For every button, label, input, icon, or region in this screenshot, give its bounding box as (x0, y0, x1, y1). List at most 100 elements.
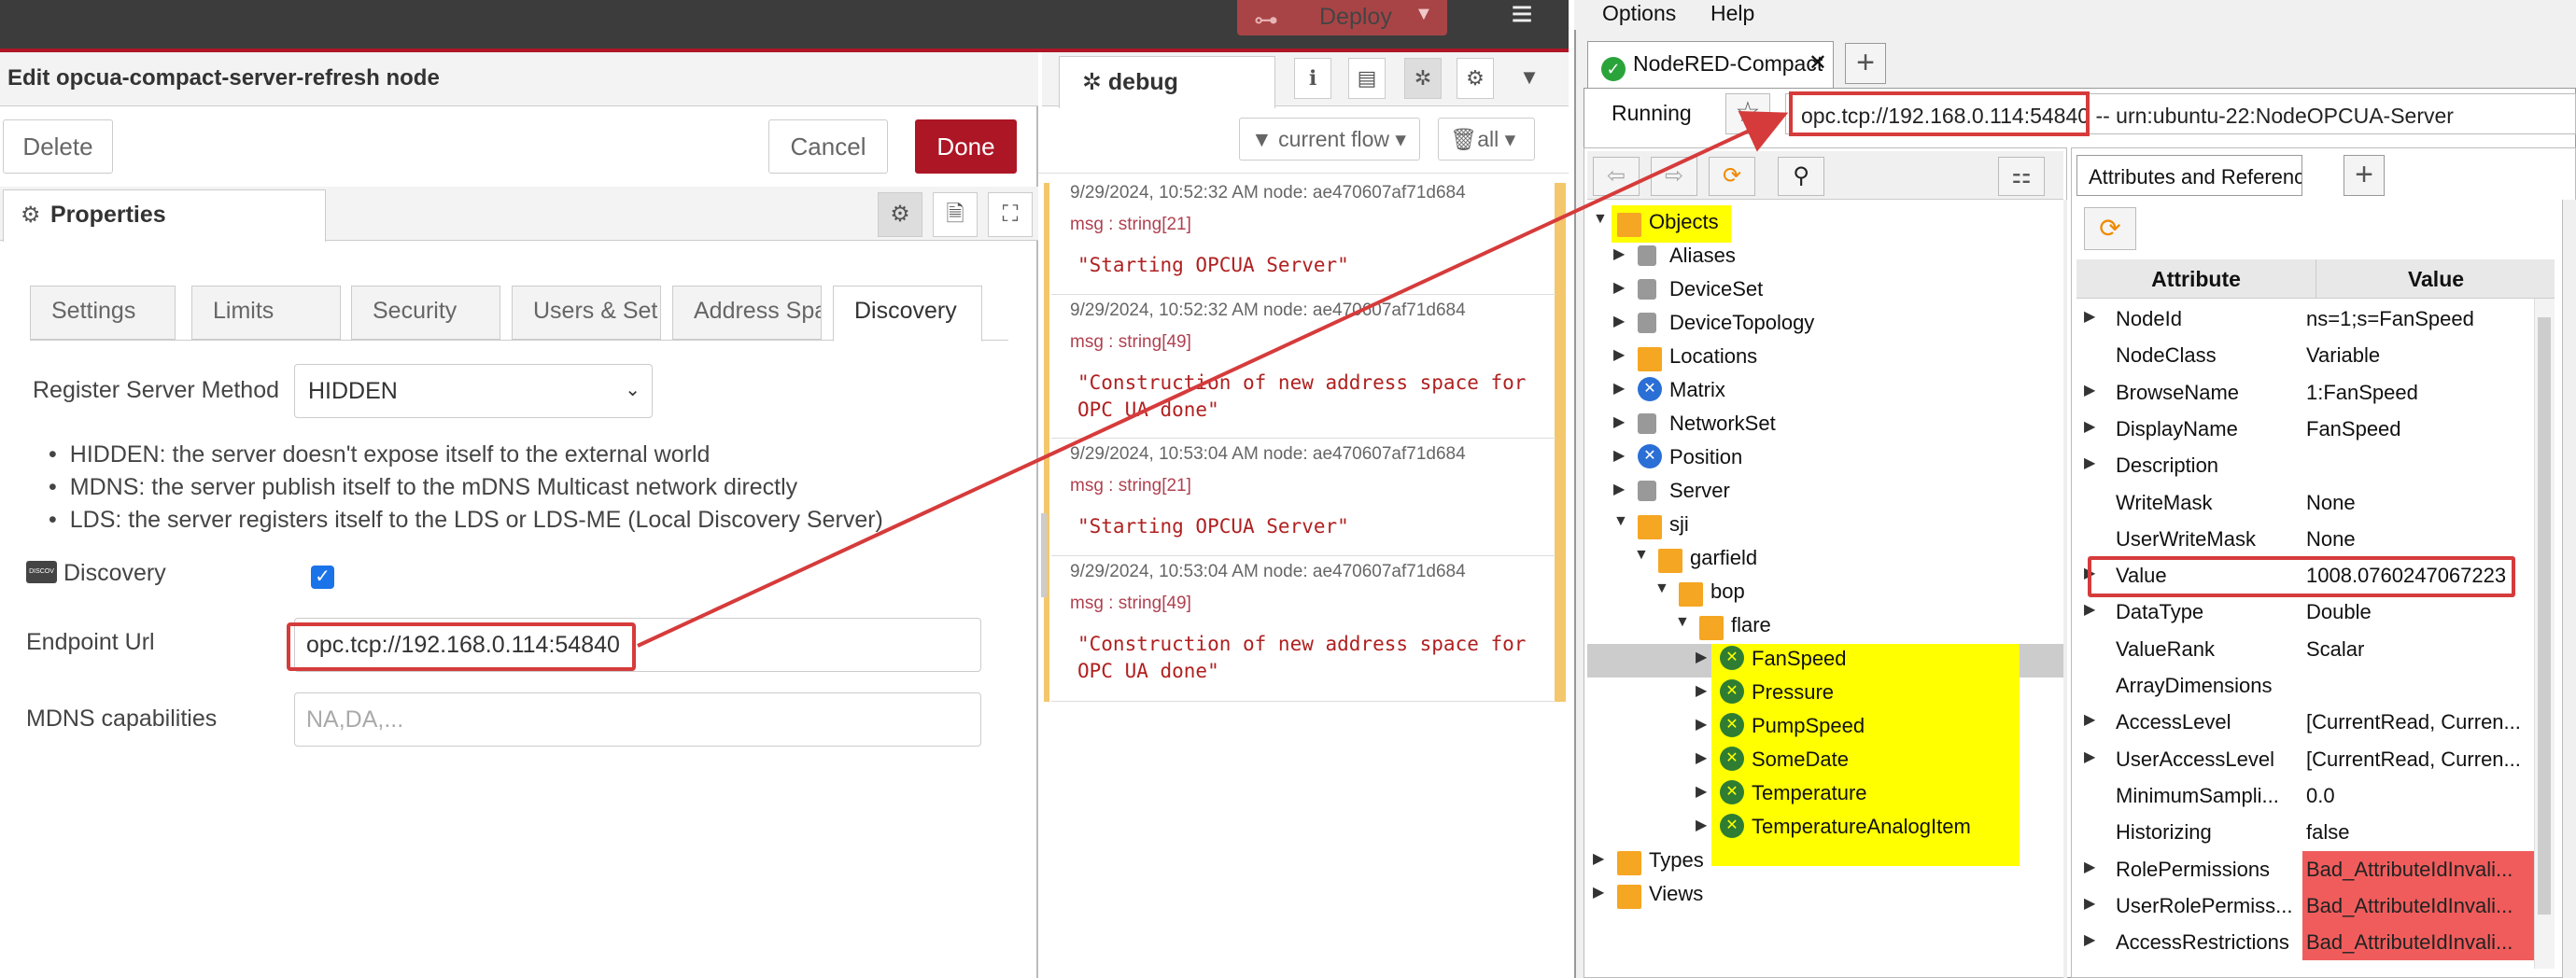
menu-options[interactable]: Options (1602, 1, 1676, 26)
column-value[interactable]: Value (2316, 259, 2555, 299)
done-button[interactable]: Done (915, 119, 1017, 174)
tree-item[interactable]: ▶ ✕ Position (1613, 440, 2054, 474)
bug-icon[interactable]: ✲ (1404, 58, 1442, 99)
collapsed-arrow-icon[interactable]: ▶ (1696, 715, 1707, 734)
expanded-arrow-icon[interactable]: ▼ (1675, 614, 1690, 631)
debug-scrollbar[interactable] (1555, 183, 1566, 702)
deploy-button[interactable]: ⊶ Deploy ▼ (1237, 0, 1447, 35)
expand-arrow-icon[interactable]: ▶ (2084, 894, 2095, 913)
appearance-frame-icon[interactable]: ⛶ (988, 192, 1033, 237)
attribute-row[interactable]: ▶ Description (2076, 447, 2555, 483)
collapsed-arrow-icon[interactable]: ▶ (1613, 379, 1625, 398)
menu-help[interactable]: Help (1710, 1, 1754, 26)
tree-item[interactable]: ▼ garfield (1634, 541, 2054, 575)
star-icon[interactable]: ☆ (1725, 93, 1770, 134)
debug-message[interactable]: 9/29/2024, 10:52:32 AM node: ae470607af7… (1051, 295, 1555, 439)
info-icon[interactable]: ℹ (1294, 58, 1331, 99)
expand-arrow-icon[interactable]: ▶ (2084, 307, 2095, 326)
collapsed-arrow-icon[interactable]: ▶ (1613, 446, 1625, 465)
expanded-arrow-icon[interactable]: ▼ (1654, 580, 1669, 597)
tab-discovery[interactable]: Discovery (833, 286, 982, 342)
debug-message[interactable]: 9/29/2024, 10:53:04 AM node: ae470607af7… (1051, 439, 1555, 556)
properties-tab[interactable]: ⚙ Properties (3, 189, 326, 242)
refresh-icon[interactable]: ⟳ (1709, 157, 1755, 196)
tree-item[interactable]: ▶ ✕ FanSpeed (1696, 642, 2054, 676)
collapsed-arrow-icon[interactable]: ▶ (1696, 748, 1707, 767)
column-attribute[interactable]: Attribute (2076, 267, 2316, 292)
gear-icon[interactable]: ⚙ (1457, 58, 1494, 99)
expanded-arrow-icon[interactable]: ▼ (1613, 513, 1628, 530)
collapsed-arrow-icon[interactable]: ▶ (1593, 883, 1604, 901)
clear-all-button[interactable]: 🗑all ▾ (1438, 118, 1535, 161)
discovery-checkbox[interactable]: ✓ (311, 566, 334, 589)
collapsed-arrow-icon[interactable]: ▶ (1613, 278, 1625, 297)
tree-item[interactable]: ▶ DeviceTopology (1613, 306, 2054, 340)
tree-item[interactable]: ▶ ✕ Pressure (1696, 676, 2054, 709)
expand-arrow-icon[interactable]: ▶ (2084, 600, 2095, 619)
tree-item[interactable]: ▶ ✕ Temperature (1696, 776, 2054, 810)
tree-item[interactable]: ▼ flare (1675, 608, 2054, 642)
chevron-down-icon[interactable]: ▼ (1511, 58, 1548, 99)
tab-noderted-compact[interactable]: ✓ NodeRED-Compact ✕ (1587, 41, 1834, 88)
attribute-row[interactable]: ArrayDimensions (2076, 667, 2555, 704)
expand-arrow-icon[interactable]: ▶ (2084, 858, 2095, 876)
attribute-row[interactable]: Historizing false (2076, 814, 2555, 850)
expand-arrow-icon[interactable]: ▶ (2084, 454, 2095, 472)
collapsed-arrow-icon[interactable]: ▶ (1613, 345, 1625, 364)
tab-users-and-sets[interactable]: Users & Set (512, 286, 661, 340)
tab-debug[interactable]: ✲ debug (1059, 56, 1275, 108)
tree-item[interactable]: ▶ Server (1613, 474, 2054, 508)
attribute-row[interactable]: ▶ AccessRestrictions Bad_AttributeIdInvali… (2076, 924, 2555, 960)
expand-arrow-icon[interactable]: ▶ (2084, 417, 2095, 436)
collapsed-arrow-icon[interactable]: ▶ (1613, 480, 1625, 498)
expand-arrow-icon[interactable]: ▶ (2084, 381, 2095, 399)
filter-current-flow-button[interactable]: ▼ current flow ▾ (1239, 118, 1420, 161)
debug-message[interactable]: 9/29/2024, 10:52:32 AM node: ae470607af7… (1051, 177, 1555, 295)
debug-message[interactable]: 9/29/2024, 10:53:04 AM node: ae470607af7… (1051, 556, 1555, 702)
tree-item[interactable]: ▶ ✕ TemperatureAnalogItem (1696, 810, 2054, 844)
search-icon[interactable]: ⚲ (1778, 157, 1824, 196)
register-method-select[interactable]: HIDDEN ⌄ (294, 364, 653, 418)
attribute-row[interactable]: ValueRank Scalar (2076, 631, 2555, 667)
chevron-down-icon[interactable]: ▼ (1415, 4, 1433, 25)
attribute-row[interactable]: ▶ NodeId ns=1;s=FanSpeed (2076, 300, 2555, 337)
tab-security[interactable]: Security (351, 286, 500, 340)
tree-item[interactable]: ▶ ✕ SomeDate (1696, 743, 2054, 776)
collapsed-arrow-icon[interactable]: ▶ (1593, 849, 1604, 868)
tree-item[interactable]: ▶ NetworkSet (1613, 407, 2054, 440)
collapsed-arrow-icon[interactable]: ▶ (1613, 412, 1625, 431)
collapsed-arrow-icon[interactable]: ▶ (1613, 312, 1625, 330)
attribute-row[interactable]: WriteMask None (2076, 484, 2555, 521)
delete-button[interactable]: Delete (3, 119, 113, 174)
tree-item[interactable]: ▶ Types (1593, 844, 2054, 877)
collapsed-arrow-icon[interactable]: ▶ (1696, 782, 1707, 801)
expanded-arrow-icon[interactable]: ▼ (1593, 211, 1608, 228)
attribute-row[interactable]: ▶ DisplayName FanSpeed (2076, 411, 2555, 447)
attribute-row[interactable]: ▶ UserAccessLevel [CurrentRead, Curren... (2076, 741, 2555, 777)
description-doc-icon[interactable]: 🗎 (933, 192, 978, 237)
refresh-icon[interactable]: ⟳ (2084, 207, 2136, 250)
expand-arrow-icon[interactable]: ▶ (2084, 710, 2095, 729)
tree-item[interactable]: ▼ bop (1654, 575, 2054, 608)
mdns-capabilities-input[interactable]: NA,DA,... (294, 692, 981, 747)
attribute-scrollbar-thumb[interactable] (2538, 317, 2551, 915)
attribute-row[interactable]: MinimumSampli... 0.0 (2076, 777, 2555, 814)
attribute-row[interactable]: ▶ BrowseName 1:FanSpeed (2076, 374, 2555, 411)
back-arrow-icon[interactable]: ⇦ (1593, 157, 1640, 196)
tree-scrollbar[interactable] (2063, 200, 2067, 978)
tree-item[interactable]: ▼ Objects (1593, 205, 2054, 239)
close-icon[interactable]: ✕ (1809, 49, 1827, 77)
tree-item[interactable]: ▼ sji (1613, 508, 2054, 541)
tree-item[interactable]: ▶ Locations (1613, 340, 2054, 373)
book-icon[interactable]: ▤ (1348, 58, 1386, 99)
cancel-button[interactable]: Cancel (768, 119, 888, 174)
add-panel-plus-icon[interactable]: + (2344, 155, 2385, 196)
tree-item[interactable]: ▶ DeviceSet (1613, 272, 2054, 306)
hamburger-menu-icon[interactable]: ≡ (1499, 0, 1545, 37)
attribute-row[interactable]: ▶ RolePermissions Bad_AttributeIdInvali... (2076, 851, 2555, 887)
tree-item[interactable]: ▶ ✕ Matrix (1613, 373, 2054, 407)
collapsed-arrow-icon[interactable]: ▶ (1613, 244, 1625, 263)
expand-arrow-icon[interactable]: ▶ (2084, 930, 2095, 949)
tab-address-space[interactable]: Address Spa (672, 286, 822, 340)
attribute-row[interactable]: ▶ AccessLevel [CurrentRead, Curren... (2076, 704, 2555, 740)
